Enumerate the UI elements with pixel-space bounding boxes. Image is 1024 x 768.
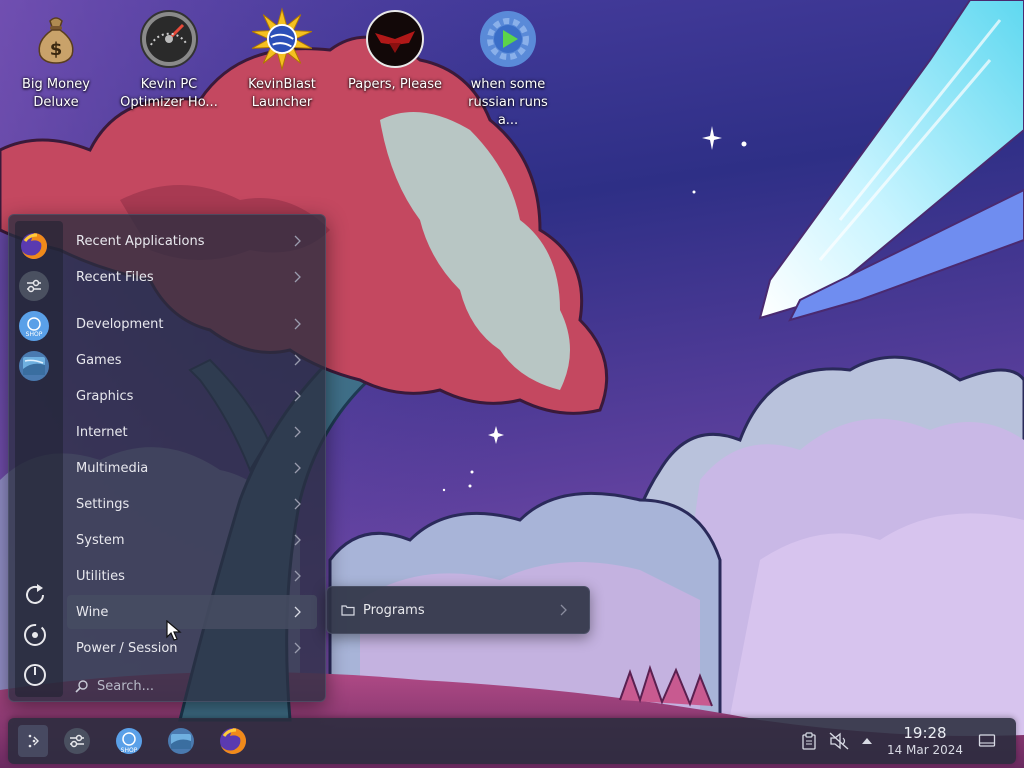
menu-item-internet[interactable]: Internet bbox=[67, 415, 317, 449]
show-desktop-icon[interactable] bbox=[976, 730, 998, 752]
menu-item-games[interactable]: Games bbox=[67, 343, 317, 377]
chevron-right-icon bbox=[294, 354, 301, 366]
clock-time: 19:28 bbox=[903, 724, 947, 742]
menu-search-field[interactable]: Search... bbox=[67, 671, 317, 701]
chevron-right-icon bbox=[294, 318, 301, 330]
menu-item-label: Internet bbox=[76, 424, 128, 440]
menu-item-settings[interactable]: Settings bbox=[67, 487, 317, 521]
store-icon[interactable]: SHOP bbox=[19, 311, 49, 341]
desktop-icon-label: when some russian runs a... bbox=[468, 77, 548, 128]
search-icon bbox=[75, 680, 88, 693]
folder-icon bbox=[341, 605, 355, 616]
logout-icon[interactable] bbox=[21, 621, 49, 649]
clock-date: 14 Mar 2024 bbox=[886, 743, 964, 757]
menu-item-label: Power / Session bbox=[76, 640, 178, 656]
clipboard-icon[interactable] bbox=[798, 730, 820, 752]
settings-manager-icon[interactable] bbox=[19, 271, 49, 301]
menu-item-label: System bbox=[76, 532, 125, 548]
menu-item-label: Development bbox=[76, 316, 164, 332]
volume-muted-icon[interactable] bbox=[828, 730, 850, 752]
chevron-right-icon bbox=[294, 390, 301, 402]
menu-item-label: Games bbox=[76, 352, 122, 368]
desktop-icon-label: KevinBlast Launcher bbox=[248, 77, 316, 110]
menu-item-system[interactable]: System bbox=[67, 523, 317, 557]
menu-item-label: Utilities bbox=[76, 568, 125, 584]
menu-item-label: Settings bbox=[76, 496, 130, 512]
chevron-right-icon bbox=[294, 570, 301, 582]
menu-item-label: Wine bbox=[76, 604, 109, 620]
play-gear-icon bbox=[478, 8, 538, 70]
desktop-icon-russian-runs[interactable]: when some russian runs a... bbox=[456, 8, 560, 130]
desktop-icon-kevin-pc-optimizer[interactable]: Kevin PC Optimizer Ho... bbox=[117, 8, 221, 112]
taskbar: SHOP 19:28 14 Mar 2024 bbox=[8, 718, 1016, 764]
desktop-icon-big-money-deluxe[interactable]: $ Big Money Deluxe bbox=[4, 8, 108, 112]
launcher-icon[interactable] bbox=[18, 725, 48, 757]
firefox-icon[interactable] bbox=[216, 725, 250, 757]
menu-item-multimedia[interactable]: Multimedia bbox=[67, 451, 317, 485]
search-placeholder: Search... bbox=[97, 678, 155, 694]
wine-submenu: Programs bbox=[326, 586, 590, 634]
svg-text:SHOP: SHOP bbox=[121, 747, 138, 754]
menu-item-graphics[interactable]: Graphics bbox=[67, 379, 317, 413]
application-menu: SHOP Recent Applications Recent Files De… bbox=[8, 214, 326, 702]
money-bag-icon: $ bbox=[26, 8, 86, 70]
power-icon[interactable] bbox=[21, 661, 49, 689]
firefox-icon[interactable] bbox=[19, 231, 49, 261]
svg-text:SHOP: SHOP bbox=[26, 331, 43, 338]
chevron-right-icon bbox=[294, 235, 301, 247]
menu-item-label: Multimedia bbox=[76, 460, 149, 476]
chevron-right-icon bbox=[294, 534, 301, 546]
desktop-icon-label: Big Money Deluxe bbox=[21, 77, 90, 110]
store-icon[interactable]: SHOP bbox=[112, 725, 146, 757]
menu-item-label: Graphics bbox=[76, 388, 134, 404]
terminal-icon[interactable] bbox=[164, 725, 198, 757]
menu-item-label: Recent Applications bbox=[76, 233, 205, 249]
chevron-right-icon bbox=[294, 642, 301, 654]
svg-text:$: $ bbox=[50, 39, 63, 60]
chevron-right-icon bbox=[560, 604, 567, 616]
desktop-icon-kevinblast-launcher[interactable]: KevinBlast Launcher bbox=[230, 7, 334, 112]
menu-item-development[interactable]: Development bbox=[67, 307, 317, 341]
menu-item-recent-files[interactable]: Recent Files bbox=[67, 260, 317, 294]
desktop-icon-papers-please[interactable]: Papers, Please bbox=[343, 8, 447, 94]
sun-globe-icon bbox=[252, 7, 312, 71]
desktop-icon-label: Kevin PC Optimizer Ho... bbox=[120, 77, 218, 110]
menu-item-power-session[interactable]: Power / Session bbox=[67, 631, 317, 665]
menu-item-utilities[interactable]: Utilities bbox=[67, 559, 317, 593]
chevron-right-icon bbox=[294, 426, 301, 438]
menu-item-label: Recent Files bbox=[76, 269, 154, 285]
digital-clock[interactable]: 19:28 14 Mar 2024 bbox=[880, 724, 970, 758]
chevron-right-icon bbox=[294, 271, 301, 283]
speedometer-icon bbox=[139, 8, 199, 70]
tray-expand-icon[interactable] bbox=[856, 730, 878, 752]
submenu-item-label: Programs bbox=[363, 602, 425, 618]
menu-item-wine[interactable]: Wine bbox=[67, 595, 317, 629]
chevron-right-icon bbox=[294, 462, 301, 474]
restart-icon[interactable] bbox=[21, 581, 49, 609]
eagle-emblem-icon bbox=[365, 8, 425, 70]
menu-item-recent-applications[interactable]: Recent Applications bbox=[67, 224, 317, 258]
submenu-item-programs[interactable]: Programs bbox=[333, 593, 585, 627]
terminal-icon[interactable] bbox=[19, 351, 49, 381]
chevron-right-icon bbox=[294, 606, 301, 618]
chevron-right-icon bbox=[294, 498, 301, 510]
desktop-icon-label: Papers, Please bbox=[347, 77, 443, 92]
settings-manager-icon[interactable] bbox=[60, 725, 94, 757]
